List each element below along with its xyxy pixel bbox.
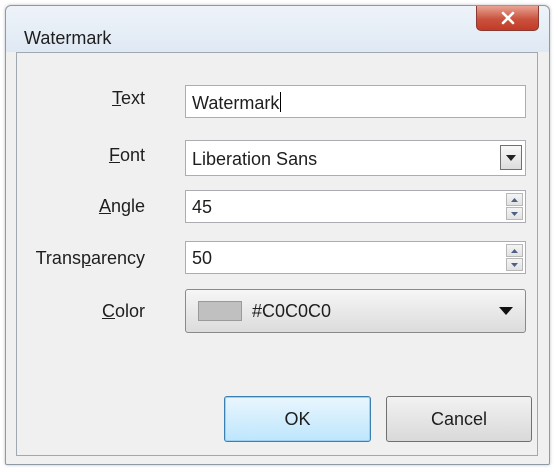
spin-down-icon	[511, 211, 518, 216]
angle-value: 45	[192, 197, 213, 217]
spin-up-icon	[511, 197, 518, 202]
title-bar[interactable]: Watermark	[6, 6, 549, 52]
font-label: Font	[108, 145, 145, 165]
cancel-button[interactable]: Cancel	[386, 396, 532, 442]
text-cursor	[280, 92, 282, 112]
font-select-value: Liberation Sans	[192, 149, 318, 169]
angle-label: Angle	[98, 196, 145, 216]
transparency-spinbox[interactable]: 50	[185, 241, 526, 274]
text-input-value: Watermark	[192, 93, 280, 113]
spin-up-icon	[511, 248, 518, 253]
transparency-increment-button[interactable]	[506, 244, 523, 257]
transparency-value: 50	[192, 248, 213, 268]
dialog-content: Text Watermark Font Liberation Sans Angl…	[16, 52, 538, 456]
transparency-decrement-button[interactable]	[506, 258, 523, 271]
transparency-spin-buttons	[506, 244, 523, 271]
color-label: Color	[101, 301, 145, 321]
window-title: Watermark	[24, 28, 112, 48]
spin-down-icon	[511, 262, 518, 267]
ok-button[interactable]: OK	[224, 396, 371, 442]
angle-spin-buttons	[506, 193, 523, 220]
chevron-down-icon	[499, 307, 513, 315]
angle-spinbox[interactable]: 45	[185, 190, 526, 223]
color-value: #C0C0C0	[252, 301, 332, 321]
color-dropdown[interactable]: #C0C0C0	[185, 289, 526, 333]
text-label: Text	[111, 88, 145, 108]
font-select[interactable]: Liberation Sans	[185, 140, 526, 176]
font-dropdown-button[interactable]	[500, 145, 522, 170]
angle-decrement-button[interactable]	[506, 207, 523, 220]
watermark-dialog: Watermark Text Watermark Font Liberation…	[5, 5, 550, 465]
chevron-down-icon	[506, 154, 516, 161]
close-icon	[501, 11, 514, 25]
transparency-label: Transparency	[35, 248, 145, 268]
color-swatch	[198, 301, 242, 321]
text-input[interactable]: Watermark	[185, 85, 526, 118]
angle-increment-button[interactable]	[506, 193, 523, 206]
close-button[interactable]	[476, 6, 539, 31]
